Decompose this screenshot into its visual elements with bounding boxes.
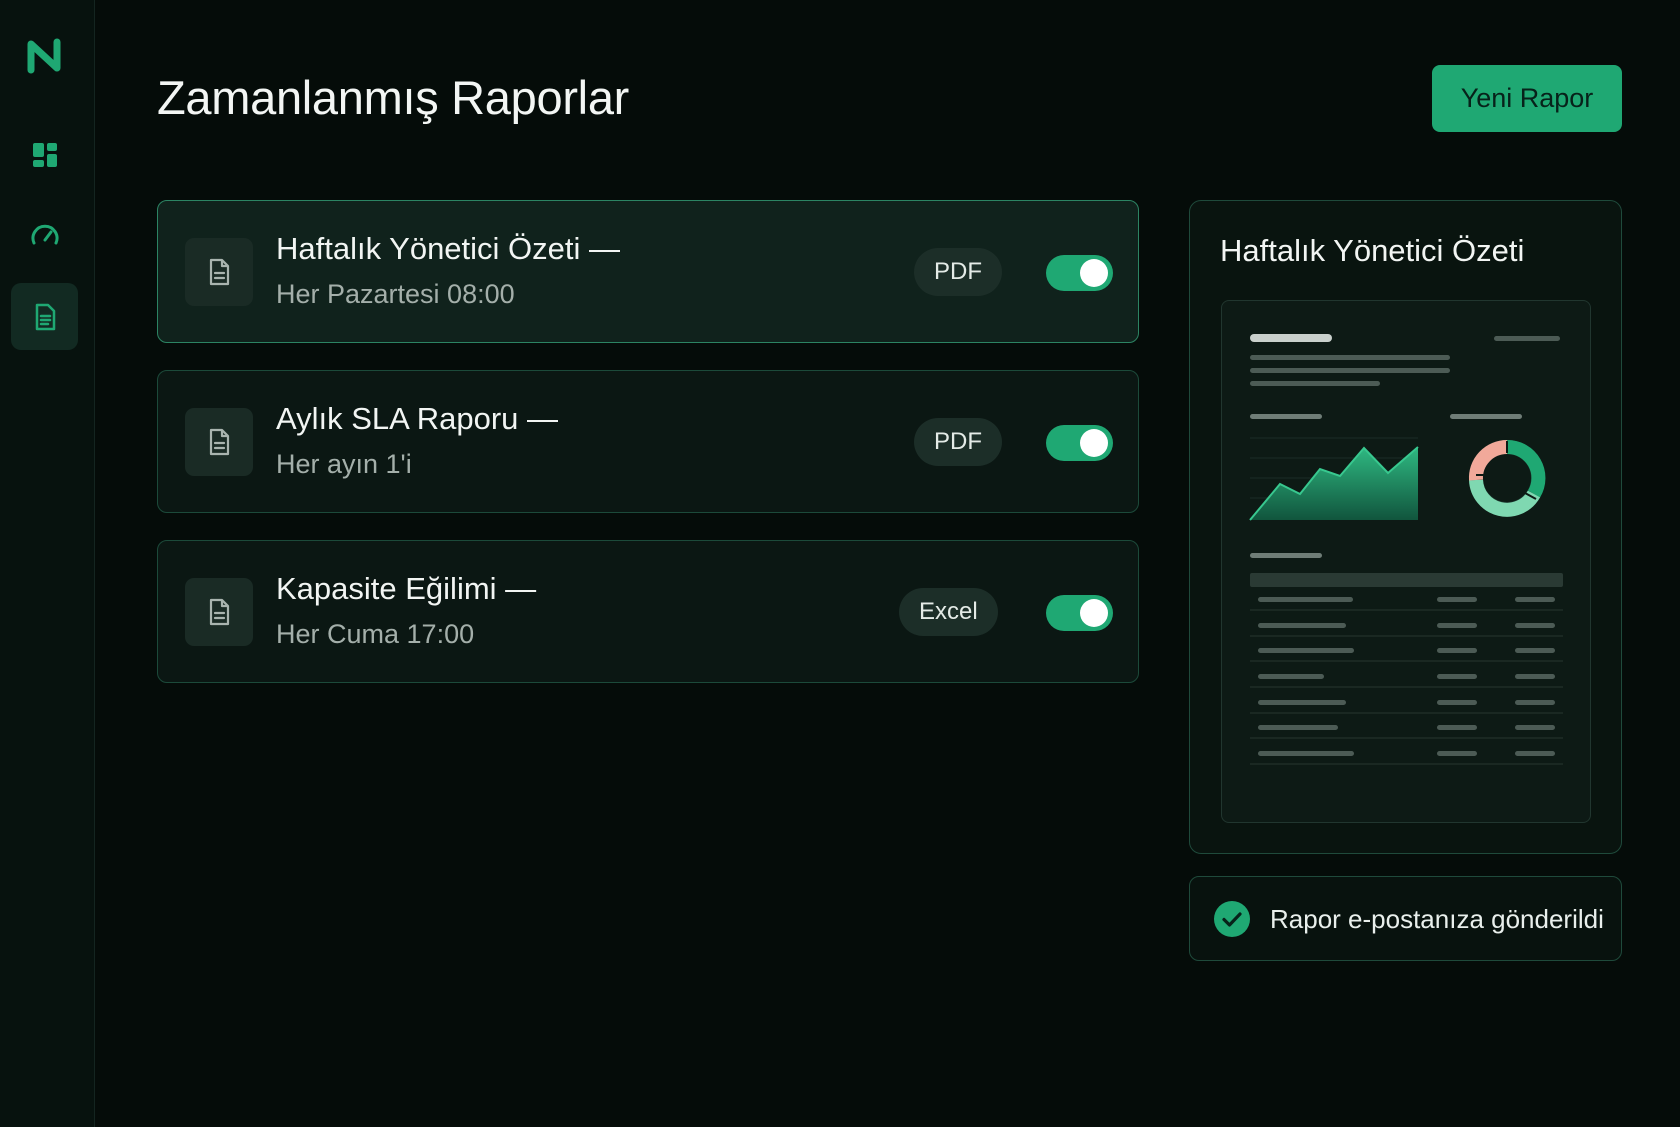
enabled-toggle[interactable] [1046,595,1113,631]
format-badge: Excel [899,588,998,636]
document-icon [35,303,55,330]
report-card[interactable]: Kapasite Eğilimi — Her Cuma 17:00 Excel [157,540,1139,683]
sidebar [0,0,95,1127]
logo[interactable] [26,36,66,76]
sidebar-item-performance[interactable] [11,202,78,269]
report-title: Haftalık Yönetici Özeti — [276,231,621,266]
page-title: Zamanlanmış Raporlar [157,71,630,124]
sidebar-item-dashboard[interactable] [11,121,78,188]
new-report-button[interactable]: Yeni Rapor [1432,65,1622,132]
report-preview-panel: Haftalık Yönetici Özeti [1189,200,1622,854]
report-card[interactable]: Haftalık Yönetici Özeti — Her Pazartesi … [157,200,1139,343]
app-root: Zamanlanmış Raporlar Yeni Rapor Haftalık… [0,0,1680,1127]
report-thumbnail-graphic [1249,334,1563,765]
format-badge: PDF [914,248,1002,296]
file-icon [209,598,230,626]
report-doc-tile [185,408,253,476]
report-title: Kapasite Eğilimi — [276,571,537,606]
email-sent-toast: Rapor e-postanıza gönderildi [1189,876,1622,961]
report-thumbnail [1221,300,1591,823]
preview-title: Haftalık Yönetici Özeti [1220,233,1525,268]
enabled-toggle[interactable] [1046,255,1113,291]
check-circle-icon [1214,901,1250,937]
report-doc-tile [185,578,253,646]
file-icon [209,258,230,286]
report-card[interactable]: Aylık SLA Raporu — Her ayın 1'i PDF [157,370,1139,513]
sidebar-item-reports[interactable] [11,283,78,350]
toggle-knob [1080,429,1108,457]
format-badge: PDF [914,418,1002,466]
report-doc-tile [185,238,253,306]
toggle-knob [1080,599,1108,627]
dashboard-icon [32,142,57,167]
file-icon [209,428,230,456]
report-schedule: Her Pazartesi 08:00 [276,279,515,309]
enabled-toggle[interactable] [1046,425,1113,461]
report-title: Aylık SLA Raporu — [276,401,559,436]
report-schedule: Her ayın 1'i [276,449,412,479]
gauge-icon [31,224,58,244]
report-schedule: Her Cuma 17:00 [276,619,475,649]
toggle-knob [1080,259,1108,287]
toast-message: Rapor e-postanıza gönderildi [1270,904,1604,934]
